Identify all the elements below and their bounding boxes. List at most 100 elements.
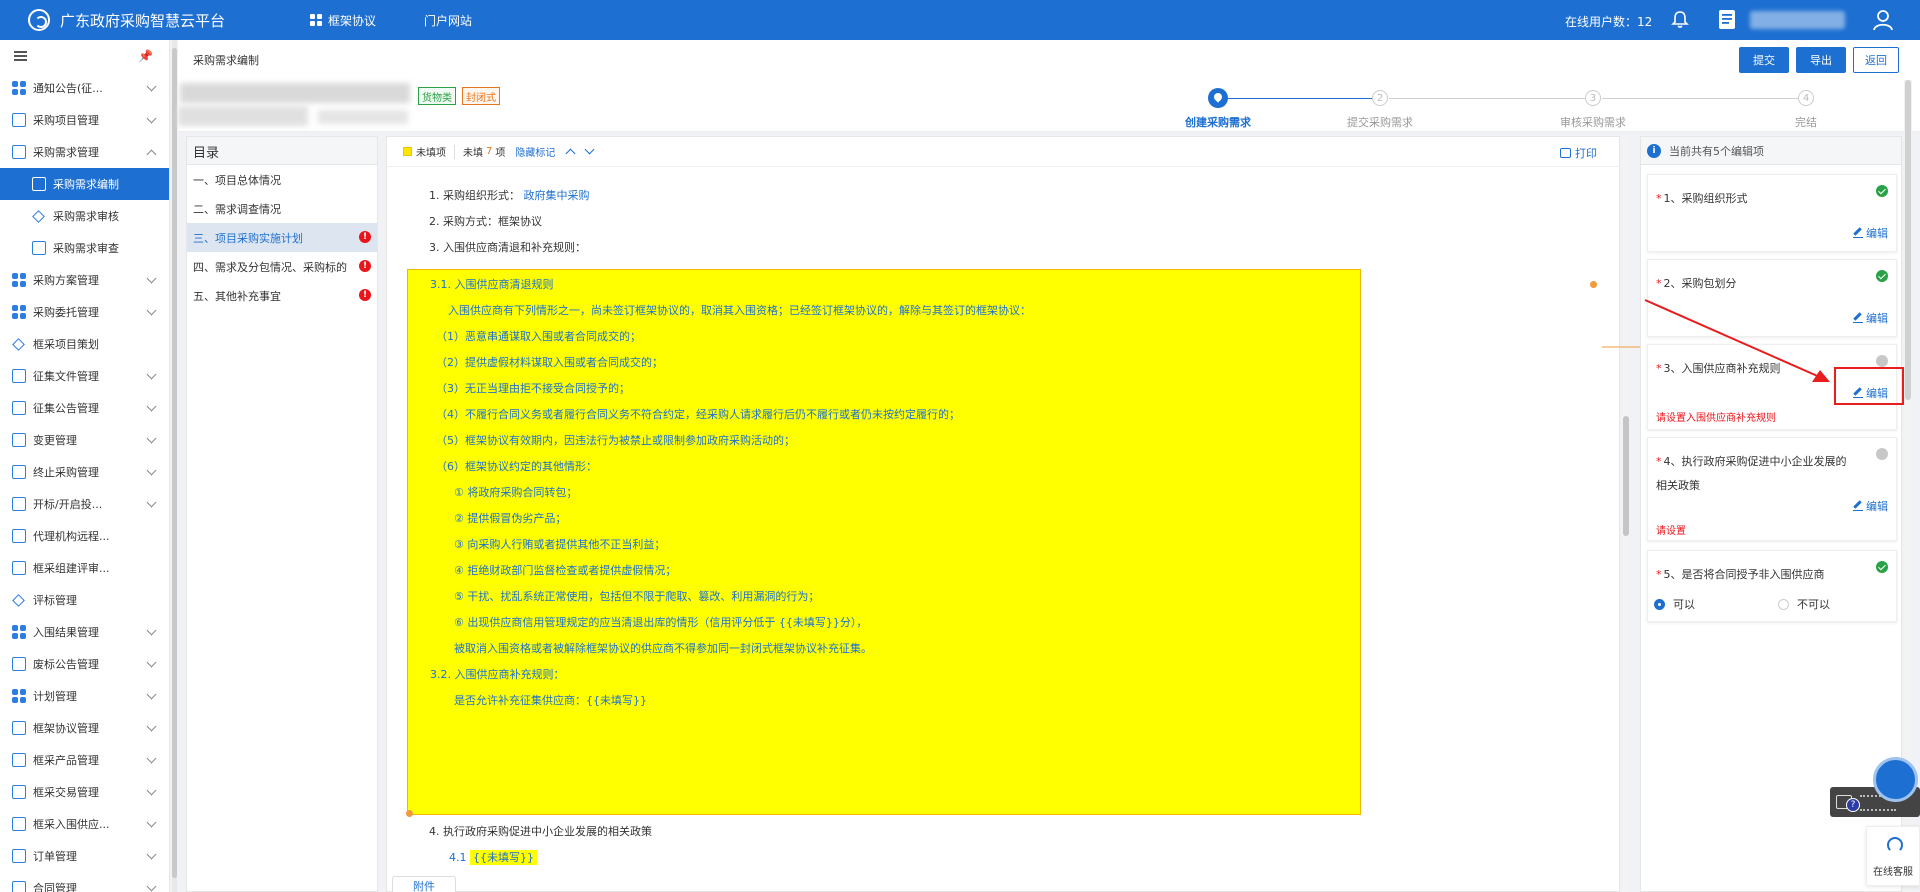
sidebar-item-contract[interactable]: 合同管理 (0, 872, 169, 892)
sidebar-item-demand-review[interactable]: 采购需求审核 (0, 200, 169, 232)
chevron-down-icon (146, 401, 157, 411)
edit-button[interactable]: 编辑 (1853, 310, 1888, 326)
help-icon[interactable]: ? (1846, 798, 1860, 812)
sidebar-item-trade-manage[interactable]: 框采交易管理 (0, 776, 169, 808)
edit-button[interactable]: 编辑 (1853, 225, 1888, 241)
sidebar-item-label: 变更管理 (33, 434, 77, 447)
toc-item-label: 二、需求调查情况 (193, 202, 281, 216)
sidebar-item-product-manage[interactable]: 框采产品管理 (0, 744, 169, 776)
sidebar-item-shortlist-supplier[interactable]: 框采入围供应... (0, 808, 169, 840)
unfilled-suffix: 项 (495, 148, 506, 159)
topnav-label: 门户网站 (424, 13, 473, 28)
unfilled-count: 7 (486, 146, 493, 157)
chevron-down-icon (146, 625, 157, 635)
radio-option-no[interactable]: 不可以 (1778, 596, 1830, 612)
user-icon[interactable] (1872, 9, 1894, 31)
globe-icon[interactable] (1873, 757, 1918, 802)
unfilled-field[interactable]: {{未填写}} (470, 850, 537, 865)
doc-line-rules-heading: 3. 入围供应商清退和补充规则： (429, 241, 586, 254)
chevron-down-icon (146, 113, 157, 123)
step-3-label: 审核采购需求 (1560, 116, 1626, 129)
check-icon (1876, 270, 1888, 282)
sidebar-item-bid-opening[interactable]: 开标/开启投... (0, 488, 169, 520)
hl-paragraph: 入围供应商有下列情形之一，尚未签订框架协议的，取消其入围资格；已经签订框架协议的… (448, 304, 1031, 317)
info-icon: i (1647, 143, 1661, 158)
chevron-up-icon[interactable] (565, 148, 576, 158)
sidebar-item-solicit-docs[interactable]: 征集文件管理 (0, 360, 169, 392)
sidebar-item-demand-compile[interactable]: 采购需求编制 (0, 168, 169, 200)
sidebar-item-solicit-notice[interactable]: 征集公告管理 (0, 392, 169, 424)
card-title-text: 4、执行政府采购促进中小企业发展的相关政策 (1656, 455, 1847, 492)
document-icon[interactable] (1718, 9, 1736, 30)
step-4-label: 完结 (1795, 116, 1817, 129)
toc-item-survey[interactable]: 二、需求调查情况 (187, 194, 377, 223)
sidebar-item-review-team[interactable]: 框采组建评审... (0, 552, 169, 584)
doc-line-label: 1. 采购组织形式： (429, 189, 520, 202)
required-mark: * (1656, 277, 1662, 290)
card-title-text: 2、采购包划分 (1663, 277, 1737, 290)
step-connector (1389, 98, 1585, 99)
toc-item-implementation[interactable]: 三、项目采购实施计划! (187, 223, 377, 252)
sidebar-item-shortlist-result[interactable]: 入围结果管理 (0, 616, 169, 648)
topnav-portal[interactable]: 门户网站 (424, 12, 472, 29)
print-button[interactable]: 打印 (1560, 145, 1597, 161)
sidebar-item-label: 代理机构远程... (33, 530, 110, 543)
required-mark: * (1656, 455, 1662, 468)
hl-subheading: 3.2. 入围供应商补充规则： (430, 668, 565, 681)
highlighted-unfilled-section[interactable]: 3.1. 入围供应商清退规则 入围供应商有下列情形之一，尚未签订框架协议的，取消… (407, 269, 1361, 815)
sidebar-item-evaluation[interactable]: 评标管理 (0, 584, 169, 616)
toc-item-overview[interactable]: 一、项目总体情况 (187, 165, 377, 194)
document-scrollbar[interactable] (1622, 136, 1630, 892)
menu-toggle-icon[interactable] (14, 51, 27, 61)
edit-items-header: i 当前共有5个编辑项 (1641, 137, 1901, 165)
pin-icon[interactable]: 📌 (138, 49, 153, 63)
card-title: * 2、采购包划分 (1656, 272, 1856, 296)
sidebar-item-change[interactable]: 变更管理 (0, 424, 169, 456)
back-button[interactable]: 返回 (1853, 47, 1899, 73)
sidebar-item-notice[interactable]: 通知公告(征... (0, 72, 169, 104)
toc-item-demand-packages[interactable]: 四、需求及分包情况、采购标的! (187, 252, 377, 281)
sidebar-item-label: 开标/开启投... (33, 498, 103, 511)
sidebar-scrollbar[interactable] (172, 40, 177, 892)
sidebar-item-demand[interactable]: 采购需求管理 (0, 136, 169, 168)
chevron-down-icon (146, 305, 157, 315)
bell-icon[interactable] (1670, 10, 1690, 30)
sidebar-item-project[interactable]: 采购项目管理 (0, 104, 169, 136)
pending-status-icon (1876, 355, 1888, 367)
sidebar-item-agency-remote[interactable]: 代理机构远程... (0, 520, 169, 552)
topnav-framework-agreement[interactable]: 框架协议 (310, 12, 376, 29)
radio-option-yes[interactable]: 可以 (1654, 596, 1695, 612)
highlight-annotation-box (1834, 367, 1904, 405)
sidebar-item-order[interactable]: 订单管理 (0, 840, 169, 872)
sidebar-item-plan[interactable]: 采购方案管理 (0, 264, 169, 296)
customer-service-button[interactable]: 在线客服 (1866, 826, 1920, 886)
chevron-down-icon[interactable] (584, 144, 595, 155)
radio-label: 可以 (1673, 598, 1695, 611)
supplier-icon (12, 817, 26, 831)
sidebar-item-terminate[interactable]: 终止采购管理 (0, 456, 169, 488)
sidebar-item-framework-planning[interactable]: 框采项目策划 (0, 328, 169, 360)
chevron-down-icon (146, 785, 157, 795)
sidebar-item-entrust[interactable]: 采购委托管理 (0, 296, 169, 328)
breadcrumb: 采购需求编制 (193, 54, 259, 67)
step-connector (1602, 98, 1798, 99)
edit-button[interactable]: 编辑 (1853, 498, 1888, 514)
toc-item-other[interactable]: 五、其他补充事宜! (187, 281, 377, 310)
edit-document-icon (32, 177, 46, 191)
sidebar-item-demand-check[interactable]: 采购需求审查 (0, 232, 169, 264)
submit-button[interactable]: 提交 (1739, 47, 1789, 73)
toc-item-label: 一、项目总体情况 (193, 173, 281, 187)
validation-warning: 请设置 (1656, 526, 1686, 537)
doc-line-value[interactable]: 政府集中采购 (524, 189, 590, 202)
document-icon (12, 369, 26, 383)
export-button[interactable]: 导出 (1796, 47, 1846, 73)
sidebar-item-plan-manage[interactable]: 计划管理 (0, 680, 169, 712)
attachment-tab[interactable]: 附件 (392, 876, 456, 892)
hide-marks-link[interactable]: 隐藏标记 (515, 144, 555, 159)
sidebar-item-agreement-manage[interactable]: 框架协议管理 (0, 712, 169, 744)
sidebar-item-abandon-notice[interactable]: 废标公告管理 (0, 648, 169, 680)
hl-subitem: ④ 拒绝财政部门监督检查或者提供虚假情况； (454, 564, 677, 577)
doc-line-number: 4.1 (449, 851, 467, 864)
project-code-redacted (178, 106, 308, 126)
error-icon: ! (359, 231, 371, 243)
